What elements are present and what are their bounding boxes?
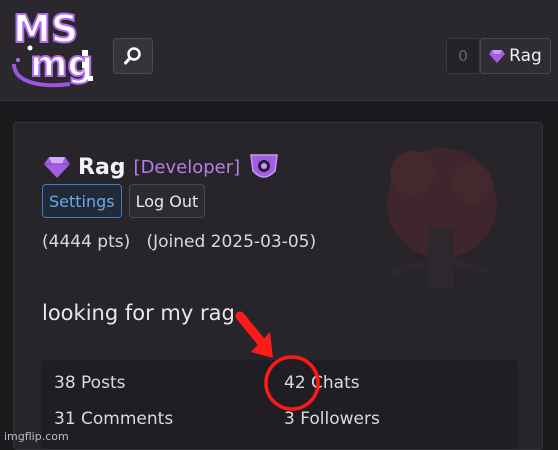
profile-card: Rag [Developer] Settings Log Out (4444 p… [13,122,543,450]
profile-username: Rag [78,154,126,180]
profile-bio: looking for my rag [42,301,235,325]
badge-icon [250,154,279,178]
gem-icon [44,157,70,178]
user-menu-label: Rag [509,46,542,66]
user-menu-button[interactable]: Rag [480,38,551,74]
search-button[interactable] [113,38,153,74]
stat-followers[interactable]: 3 Followers [284,409,380,429]
stat-posts[interactable]: 38 Posts [54,373,125,393]
imgflip-watermark: imgflip.com [4,430,69,443]
msmg-logo[interactable]: MS mg [10,6,100,92]
settings-button[interactable]: Settings [42,184,122,218]
profile-background-art [387,148,497,288]
stat-comments[interactable]: 31 Comments [54,409,173,429]
profile-role: [Developer] [133,156,241,178]
profile-joined: (Joined 2025-03-05) [146,232,317,252]
profile-meta: (4444 pts) (Joined 2025-03-05) [42,232,316,252]
profile-actions: Settings Log Out [42,184,206,218]
stat-chats[interactable]: 42 Chats [284,373,360,393]
profile-name-row: Rag [Developer] [44,151,280,183]
notification-count[interactable]: 0 [446,38,480,74]
logout-button[interactable]: Log Out [128,184,206,218]
profile-stats: 38 Posts 42 Chats 31 Comments 3 Follower… [41,360,518,449]
search-icon [124,47,141,65]
profile-points: (4444 pts) [42,232,131,252]
site-header: MS mg 0 Rag [0,0,558,101]
gem-icon [489,50,506,63]
